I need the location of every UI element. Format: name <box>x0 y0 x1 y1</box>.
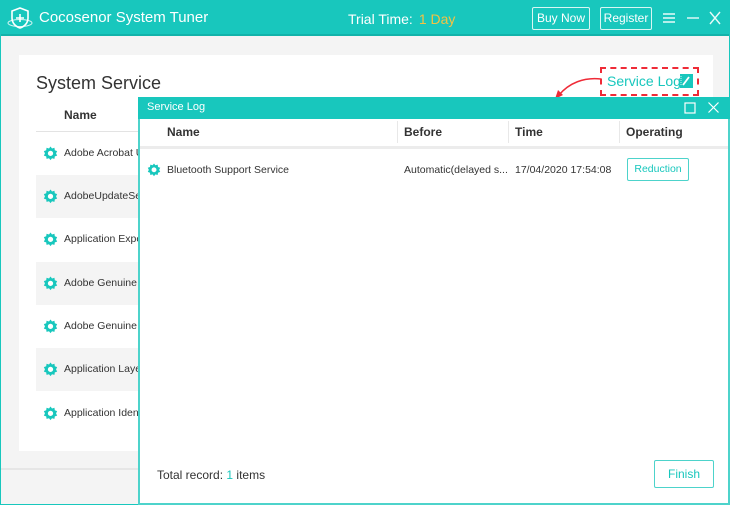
service-log-dialog: Service Log Name Before Time Operating B… <box>138 97 730 505</box>
page-title: System Service <box>36 73 162 93</box>
close-icon[interactable] <box>707 101 720 114</box>
column-separator <box>508 121 509 143</box>
dialog-title: Service Log <box>147 101 206 113</box>
service-row[interactable]: Adobe Genuine Software Integrity Service <box>36 305 140 348</box>
buy-now-button[interactable]: Buy Now <box>532 7 590 30</box>
log-book-icon <box>680 74 693 88</box>
column-separator <box>397 121 398 143</box>
service-name: Adobe Genuine Monitor Service <box>64 277 140 289</box>
header-divider <box>140 146 728 149</box>
shield-logo-icon <box>7 7 33 29</box>
trial-time: Trial Time: 1 Day <box>348 11 455 27</box>
gear-icon <box>147 163 161 177</box>
app-title: Cocosenor System Tuner <box>39 9 209 26</box>
footer-divider <box>1 468 139 470</box>
service-row[interactable]: Application Identity <box>36 392 140 435</box>
gear-icon <box>43 406 58 421</box>
total-suffix: items <box>236 468 266 482</box>
gear-icon <box>43 146 58 161</box>
trial-days: 1 Day <box>418 11 456 27</box>
service-row[interactable]: Adobe Acrobat Update Service <box>36 132 140 175</box>
service-name: Application Layer Gateway Service <box>64 363 140 375</box>
total-prefix: Total record: <box>157 468 224 482</box>
finish-button[interactable]: Finish <box>654 460 714 488</box>
dialog-title-bar: Service Log <box>138 97 730 119</box>
maximize-icon[interactable] <box>684 102 696 114</box>
column-header-operating: Operating <box>626 125 683 139</box>
title-bar: Cocosenor System Tuner Trial Time: 1 Day … <box>1 1 729 36</box>
trial-label: Trial Time: <box>348 11 413 27</box>
register-button[interactable]: Register <box>600 7 652 30</box>
service-name: AdobeUpdateService <box>64 190 140 202</box>
reduction-button[interactable]: Reduction <box>627 158 689 181</box>
service-log-label: Service Log <box>607 73 681 89</box>
gear-icon <box>43 232 58 247</box>
service-row[interactable]: Adobe Genuine Monitor Service <box>36 262 140 305</box>
close-icon[interactable] <box>707 9 723 27</box>
service-name: Adobe Acrobat Update Service <box>64 147 140 159</box>
column-header-name: Name <box>167 125 200 139</box>
service-name: Application Identity <box>64 407 140 419</box>
total-record: Total record: 1 items <box>157 468 265 482</box>
column-header-time: Time <box>515 125 543 139</box>
column-header-name: Name <box>64 108 97 122</box>
column-header-before: Before <box>404 125 443 139</box>
minimize-icon[interactable] <box>685 9 701 27</box>
gear-icon <box>43 362 58 377</box>
service-row[interactable]: Application Experience <box>36 218 140 261</box>
gear-icon <box>43 319 58 334</box>
log-time: 17/04/2020 17:54:08 <box>515 164 612 176</box>
menu-icon[interactable] <box>661 9 677 27</box>
total-count: 1 <box>226 468 234 482</box>
gear-icon <box>43 276 58 291</box>
gear-icon <box>43 189 58 204</box>
service-name: Adobe Genuine Software Integrity Service <box>64 320 140 332</box>
log-before-value: Automatic(delayed s... <box>404 164 508 176</box>
service-log-link[interactable]: Service Log <box>600 67 699 96</box>
log-service-name: Bluetooth Support Service <box>167 164 289 176</box>
service-row[interactable]: Application Layer Gateway Service <box>36 348 140 391</box>
service-name: Application Experience <box>64 233 140 245</box>
column-separator <box>619 121 620 143</box>
service-row[interactable]: AdobeUpdateService <box>36 175 140 218</box>
